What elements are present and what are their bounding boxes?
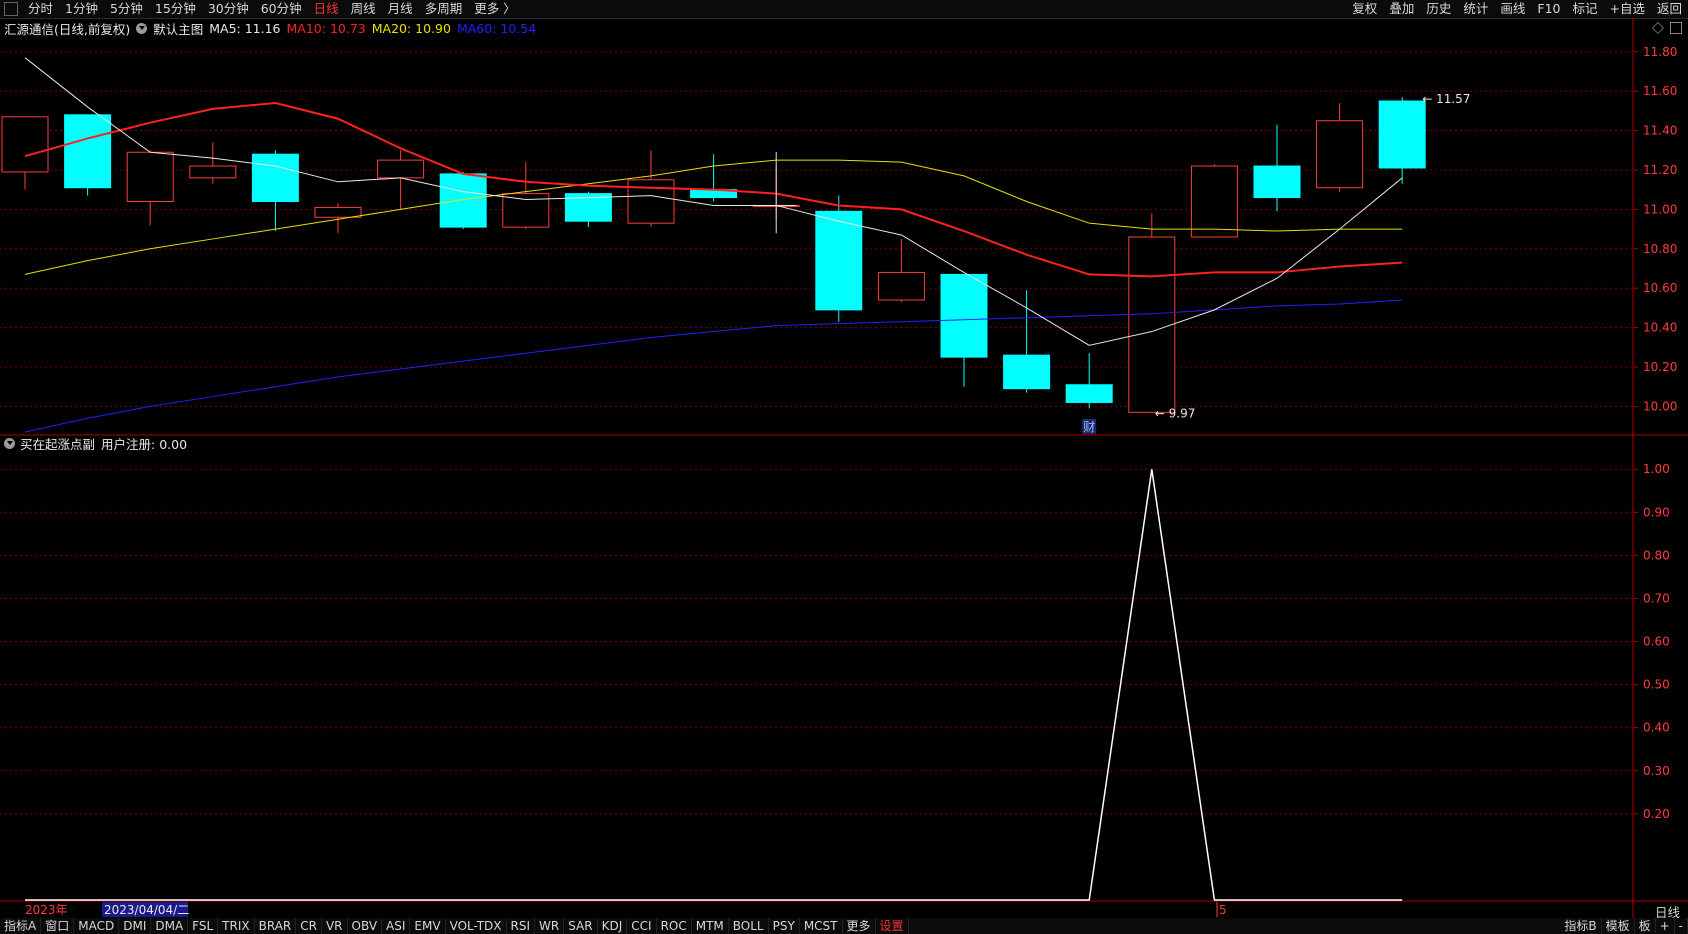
bottom-right-button-0[interactable]: 指标B [1560,918,1602,934]
price-tick-label: 10.80 [1643,242,1677,256]
price-tick-label: 11.00 [1643,202,1677,216]
candle-body-down [64,114,112,189]
indicator-tab-11[interactable]: ASI [382,918,411,934]
ma60-line [24,299,1403,433]
candle-body-up [126,151,174,203]
price-tick-label: 10.20 [1643,360,1677,374]
candle-body-down [1003,354,1051,390]
indicator-tab-0[interactable]: 指标A [0,918,42,934]
indicator-tab-10[interactable]: OBV [348,918,383,934]
price-tick-label: 11.40 [1643,124,1677,138]
indicator-tab-14[interactable]: RSI [507,918,536,934]
indicator-tab-19[interactable]: ROC [657,918,692,934]
cursor-date-label: 2023/04/04/二 [104,903,189,917]
indicator-tab-8[interactable]: CR [296,918,322,934]
indicator-tick-label: 0.50 [1643,678,1670,692]
candle-body-down [251,153,299,203]
indicator-tick-label: 1.00 [1643,462,1670,476]
candle-body-down [439,173,487,228]
candle-body-up [1190,165,1238,238]
indicator-tick-label: 0.40 [1643,721,1670,735]
bottom-indicator-bar: 指标A 窗口 MACD DMI DMA FSL TRIX BRAR CR VR OBV ASI EMV V… [0,918,1688,934]
bottom-right-button-2[interactable]: 板 [1635,918,1656,934]
candle-body-up [877,271,925,301]
indicator-tab-4[interactable]: DMA [151,918,189,934]
candle-body-down [1253,165,1301,199]
candle-body-down [1065,384,1113,403]
indicator-tick-label: 0.70 [1643,591,1670,605]
indicator-tabs: 指标A 窗口 MACD DMI DMA FSL TRIX BRAR CR VR OBV ASI EMV V… [0,918,909,934]
indicator-tab-13[interactable]: VOL-TDX [446,918,507,934]
indicator-tab-24[interactable]: 更多 [843,918,876,934]
year-label: 2023年 [25,903,68,917]
price-tick-label: 11.60 [1643,84,1677,98]
price-tick-label: 10.00 [1643,399,1677,413]
price-tick-label: 10.40 [1643,321,1677,335]
bottom-right-tools: 指标B 模板板 + - [1560,918,1688,934]
indicator-tick-label: 0.90 [1643,505,1670,519]
bottom-right-button-3[interactable]: + [1656,918,1675,934]
indicator-tab-2[interactable]: MACD [74,918,120,934]
indicator-tab-16[interactable]: SAR [564,918,598,934]
bottom-right-button-1[interactable]: 模板 [1602,918,1635,934]
candle-body-up [1316,120,1364,189]
indicator-tab-15[interactable]: WR [535,918,565,934]
indicator-tick-label: 0.20 [1643,807,1670,821]
indicator-tab-12[interactable]: EMV [410,918,446,934]
month-label: 5 [1219,903,1227,917]
high-price-annotation: ← 11.57 [1422,92,1470,106]
bottom-right-button-4[interactable]: - [1675,918,1688,934]
indicator-tab-20[interactable]: MTM [692,918,729,934]
indicator-tab-6[interactable]: TRIX [218,918,255,934]
indicator-tab-18[interactable]: CCI [627,918,657,934]
indicator-tab-22[interactable]: PSY [769,918,800,934]
indicator-tab-25[interactable]: 设置 [876,918,909,934]
indicator-tab-17[interactable]: KDJ [598,918,628,934]
kline-chart[interactable]: 11.80 11.60 11.40 11.20 11.00 10.80 10.60 10.40… [0,0,1688,934]
indicator-tab-5[interactable]: FSL [188,918,219,934]
candle-body-down [1378,100,1426,169]
indicator-tab-9[interactable]: VR [322,918,348,934]
indicator-tick-label: 0.80 [1643,548,1670,562]
indicator-tick-label: 0.30 [1643,764,1670,778]
indicator-tab-1[interactable]: 窗口 [41,918,75,934]
indicator-tab-21[interactable]: BOLL [729,918,769,934]
indicator-tab-23[interactable]: MCST [800,918,843,934]
price-tick-label: 10.60 [1643,281,1677,295]
candle-body-up [314,206,362,218]
finance-marker-icon: 财 [1083,420,1095,434]
price-tick-label: 11.20 [1643,163,1677,177]
indicator-tab-7[interactable]: BRAR [255,918,297,934]
indicator-tick-label: 0.60 [1643,635,1670,649]
candle-body-down [940,273,988,358]
candle-body-up [189,165,237,179]
candle-body-up [377,159,425,179]
candle-body-down [815,210,863,311]
price-tick-label: 11.80 [1643,45,1677,59]
indicator-tab-3[interactable]: DMI [119,918,152,934]
candle-body-up [1,116,49,173]
candle-body-up [1128,236,1176,413]
low-price-annotation: ← 9.97 [1155,406,1196,420]
